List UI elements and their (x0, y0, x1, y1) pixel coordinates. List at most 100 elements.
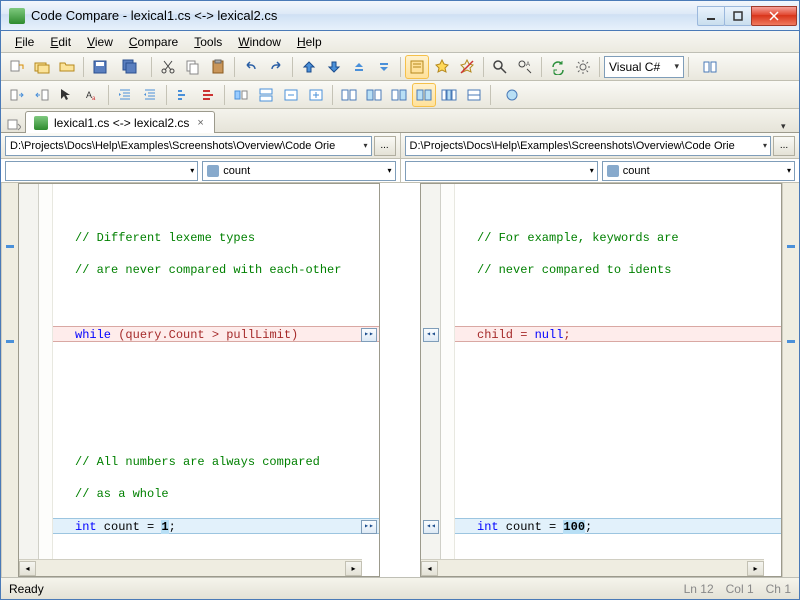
copy-left-icon[interactable] (5, 83, 29, 107)
settings-icon[interactable] (571, 55, 595, 79)
left-fold-gutter (39, 184, 53, 559)
left-code-area[interactable]: // Different lexeme types // are never c… (53, 184, 379, 559)
find-replace-icon[interactable]: A (513, 55, 537, 79)
menu-edit[interactable]: Edit (42, 32, 79, 52)
tab-close-button[interactable]: × (195, 117, 205, 129)
right-class-combo[interactable] (405, 161, 598, 181)
left-path-combo[interactable]: D:\Projects\Docs\Help\Examples\Screensho… (5, 136, 372, 156)
tab-list-icon[interactable] (7, 118, 21, 132)
uncomment-icon[interactable] (196, 83, 220, 107)
save-icon[interactable] (88, 55, 112, 79)
member-nav-row: count count (1, 159, 799, 183)
format-icon[interactable]: Aa (80, 83, 104, 107)
maximize-button[interactable] (724, 6, 752, 26)
path-row: D:\Projects\Docs\Help\Examples\Screensho… (1, 133, 799, 159)
prev-change-icon[interactable] (347, 55, 371, 79)
right-browse-button[interactable]: ... (773, 136, 795, 156)
status-text: Ready (9, 582, 44, 596)
undo-icon[interactable] (239, 55, 263, 79)
copy-right-icon[interactable] (30, 83, 54, 107)
prev-diff-icon[interactable] (297, 55, 321, 79)
new-compare-icon[interactable] (5, 55, 29, 79)
left-gutter (19, 184, 39, 559)
copy-icon[interactable] (181, 55, 205, 79)
svg-text:a: a (92, 96, 96, 102)
open-icon[interactable] (55, 55, 79, 79)
app-icon (9, 8, 25, 24)
document-tabstrip: lexical1.cs <-> lexical2.cs × ▾ (1, 109, 799, 133)
compare-file-icon (34, 116, 48, 130)
copy-to-left-button[interactable]: ◂◂ (423, 328, 439, 342)
clear-bookmarks-icon[interactable] (455, 55, 479, 79)
toolbar-compare: Aa (1, 81, 799, 109)
window-title: Code Compare - lexical1.cs <-> lexical2.… (31, 8, 698, 23)
right-gutter (421, 184, 441, 559)
status-char: Ch 1 (766, 582, 791, 596)
close-button[interactable] (751, 6, 797, 26)
status-line: Ln 12 (684, 582, 714, 596)
split-horizontal-icon[interactable] (254, 83, 278, 107)
copy-to-left-button[interactable]: ◂◂ (423, 520, 439, 534)
redo-icon[interactable] (264, 55, 288, 79)
comment-icon[interactable] (171, 83, 195, 107)
indent-left-icon[interactable] (113, 83, 137, 107)
right-overview-ruler[interactable] (782, 183, 799, 577)
indent-right-icon[interactable] (138, 83, 162, 107)
title-bar[interactable]: Code Compare - lexical1.cs <-> lexical2.… (1, 1, 799, 31)
view-mode-6-icon[interactable] (462, 83, 486, 107)
editor-area: // Different lexeme types // are never c… (1, 183, 799, 577)
menu-view[interactable]: View (79, 32, 121, 52)
field-icon (607, 165, 619, 177)
view-mode-1-icon[interactable] (337, 83, 361, 107)
menu-compare[interactable]: Compare (121, 32, 186, 52)
sync-scroll-icon[interactable] (229, 83, 253, 107)
minimize-button[interactable] (697, 6, 725, 26)
left-member-combo[interactable]: count (202, 161, 395, 181)
toolbar-main: A Visual C# (1, 53, 799, 81)
toggle-structure-icon[interactable] (405, 55, 429, 79)
status-bar: Ready Ln 12 Col 1 Ch 1 (1, 577, 799, 599)
right-editor-pane: // For example, keywords are // never co… (420, 183, 782, 577)
tab-label: lexical1.cs <-> lexical2.cs (54, 116, 189, 130)
right-member-combo[interactable]: count (602, 161, 795, 181)
menu-window[interactable]: Window (230, 32, 289, 52)
view-mode-4-icon[interactable] (412, 83, 436, 107)
right-horizontal-scrollbar[interactable]: ◂▸ (421, 559, 764, 576)
tab-overflow-icon[interactable]: ▾ (781, 121, 793, 132)
save-all-icon[interactable] (113, 55, 147, 79)
view-mode-2-icon[interactable] (362, 83, 386, 107)
next-change-icon[interactable] (372, 55, 396, 79)
left-class-combo[interactable] (5, 161, 198, 181)
find-icon[interactable] (488, 55, 512, 79)
status-col: Col 1 (726, 582, 754, 596)
menu-bar: File Edit View Compare Tools Window Help (1, 31, 799, 53)
language-combo[interactable]: Visual C# (604, 56, 684, 78)
right-path-combo[interactable]: D:\Projects\Docs\Help\Examples\Screensho… (405, 136, 772, 156)
expand-all-icon[interactable] (304, 83, 328, 107)
paste-icon[interactable] (206, 55, 230, 79)
menu-file[interactable]: File (7, 32, 42, 52)
view-mode-5-icon[interactable] (437, 83, 461, 107)
refresh-icon[interactable] (546, 55, 570, 79)
left-browse-button[interactable]: ... (374, 136, 396, 156)
left-horizontal-scrollbar[interactable]: ◂▸ (19, 559, 362, 576)
next-diff-icon[interactable] (322, 55, 346, 79)
collapse-all-icon[interactable] (279, 83, 303, 107)
menu-tools[interactable]: Tools (186, 32, 230, 52)
left-overview-ruler[interactable] (1, 183, 18, 577)
copy-to-right-button[interactable]: ▸▸ (361, 520, 377, 534)
encoding-dropdown-icon[interactable] (495, 83, 529, 107)
cut-icon[interactable] (156, 55, 180, 79)
select-left-icon[interactable] (55, 83, 79, 107)
left-editor-pane: // Different lexeme types // are never c… (18, 183, 380, 577)
new-bookmark-icon[interactable] (430, 55, 454, 79)
menu-help[interactable]: Help (289, 32, 330, 52)
field-icon (207, 165, 219, 177)
right-code-area[interactable]: // For example, keywords are // never co… (455, 184, 781, 559)
layout-dropdown-icon[interactable] (693, 55, 727, 79)
view-mode-3-icon[interactable] (387, 83, 411, 107)
copy-to-right-button[interactable]: ▸▸ (361, 328, 377, 342)
app-window: Code Compare - lexical1.cs <-> lexical2.… (0, 0, 800, 600)
new-folder-compare-icon[interactable] (30, 55, 54, 79)
document-tab[interactable]: lexical1.cs <-> lexical2.cs × (25, 111, 215, 133)
